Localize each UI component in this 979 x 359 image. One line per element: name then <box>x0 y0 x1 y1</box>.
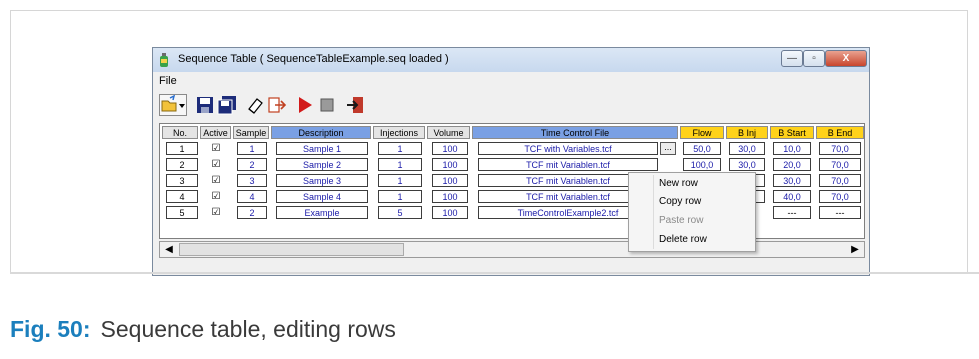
cell-injections[interactable]: 1 <box>378 158 422 171</box>
title-bar[interactable]: Sequence Table ( SequenceTableExample.se… <box>153 48 869 72</box>
cell-volume[interactable]: 100 <box>432 206 468 219</box>
cell-b-start[interactable]: --- <box>773 206 811 219</box>
header-flow[interactable]: Flow <box>680 126 724 139</box>
cell-time-control-file[interactable]: TCF with Variables.tcf <box>478 142 658 155</box>
cell-b-end[interactable]: 70,0 <box>819 190 861 203</box>
menu-bar: File <box>153 72 869 90</box>
cell-description[interactable]: Sample 3 <box>276 174 368 187</box>
close-button[interactable]: X <box>825 50 867 67</box>
exit-icon[interactable] <box>345 95 365 115</box>
menu-item-delete-row[interactable]: Delete row <box>659 234 707 245</box>
cell-time-control-file[interactable]: TCF mit Variablen.tcf <box>478 158 658 171</box>
cell-b-inj[interactable]: 30,0 <box>729 158 765 171</box>
stop-icon[interactable] <box>317 95 337 115</box>
cell-no[interactable]: 3 <box>166 174 198 187</box>
figure-caption-text: Sequence table, editing rows <box>100 316 396 342</box>
cell-b-start[interactable]: 30,0 <box>773 174 811 187</box>
maximize-button[interactable]: ▫ <box>803 50 825 67</box>
cell-b-end[interactable]: 70,0 <box>819 158 861 171</box>
figure-caption: Fig. 50: Sequence table, editing rows <box>10 316 396 343</box>
run-icon[interactable] <box>295 95 315 115</box>
cell-no[interactable]: 2 <box>166 158 198 171</box>
cell-description[interactable]: Example <box>276 206 368 219</box>
header-sample[interactable]: Sample <box>233 126 269 139</box>
active-checkbox[interactable]: ☑ <box>208 190 224 203</box>
app-bottle-icon <box>160 53 168 67</box>
eraser-icon[interactable] <box>245 95 265 115</box>
menu-item-paste-row: Paste row <box>659 215 704 226</box>
cell-description[interactable]: Sample 2 <box>276 158 368 171</box>
menu-item-new-row[interactable]: New row <box>659 178 698 189</box>
cell-b-start[interactable]: 40,0 <box>773 190 811 203</box>
menu-gutter <box>653 175 654 249</box>
minimize-button[interactable]: — <box>781 50 803 67</box>
row-context-menu: New row Copy row Paste row Delete row <box>628 172 756 252</box>
horizontal-scrollbar[interactable]: ◀ ▶ <box>159 241 865 258</box>
save-all-icon[interactable] <box>217 95 237 115</box>
cell-injections[interactable]: 1 <box>378 190 422 203</box>
cell-no[interactable]: 5 <box>166 206 198 219</box>
cell-description[interactable]: Sample 1 <box>276 142 368 155</box>
cell-sample[interactable]: 2 <box>237 158 267 171</box>
cell-volume[interactable]: 100 <box>432 158 468 171</box>
cell-flow[interactable]: 50,0 <box>683 142 721 155</box>
cell-volume[interactable]: 100 <box>432 190 468 203</box>
cell-description[interactable]: Sample 4 <box>276 190 368 203</box>
cell-injections[interactable]: 1 <box>378 142 422 155</box>
cell-volume[interactable]: 100 <box>432 142 468 155</box>
header-b-end[interactable]: B End <box>816 126 864 139</box>
active-checkbox[interactable]: ☑ <box>208 158 224 171</box>
cell-injections[interactable]: 5 <box>378 206 422 219</box>
header-no[interactable]: No. <box>162 126 198 139</box>
menu-file[interactable]: File <box>159 75 177 87</box>
cell-b-end[interactable]: 70,0 <box>819 142 861 155</box>
figure-number: Fig. 50: <box>10 316 91 342</box>
cell-flow[interactable]: 100,0 <box>683 158 721 171</box>
active-checkbox[interactable]: ☑ <box>208 174 224 187</box>
header-active[interactable]: Active <box>200 126 231 139</box>
scroll-left-icon[interactable]: ◀ <box>161 242 177 257</box>
header-time-control-file[interactable]: Time Control File <box>472 126 678 139</box>
cell-sample[interactable]: 2 <box>237 206 267 219</box>
cell-b-start[interactable]: 10,0 <box>773 142 811 155</box>
cell-volume[interactable]: 100 <box>432 174 468 187</box>
caption-divider <box>10 272 979 274</box>
window-title: Sequence Table ( SequenceTableExample.se… <box>178 53 449 65</box>
header-description[interactable]: Description <box>271 126 371 139</box>
cell-b-start[interactable]: 20,0 <box>773 158 811 171</box>
cell-b-end[interactable]: 70,0 <box>819 174 861 187</box>
scroll-right-icon[interactable]: ▶ <box>847 242 863 257</box>
cell-sample[interactable]: 3 <box>237 174 267 187</box>
export-icon[interactable] <box>267 95 287 115</box>
open-split-button[interactable] <box>159 94 187 116</box>
sequence-table-window: Sequence Table ( SequenceTableExample.se… <box>152 47 870 276</box>
open-folder-icon <box>161 94 185 112</box>
toolbar <box>153 92 869 118</box>
save-icon[interactable] <box>195 95 215 115</box>
cell-no[interactable]: 1 <box>166 142 198 155</box>
active-checkbox[interactable]: ☑ <box>208 206 224 219</box>
browse-tcf-button[interactable]: ... <box>660 142 676 155</box>
cell-b-inj[interactable]: 30,0 <box>729 142 765 155</box>
header-volume[interactable]: Volume <box>427 126 470 139</box>
header-b-inj[interactable]: B Inj <box>726 126 768 139</box>
cell-no[interactable]: 4 <box>166 190 198 203</box>
cell-sample[interactable]: 1 <box>237 142 267 155</box>
menu-item-copy-row[interactable]: Copy row <box>659 196 701 207</box>
sequence-grid: No. Active Sample Description Injections… <box>159 123 865 239</box>
cell-injections[interactable]: 1 <box>378 174 422 187</box>
cell-sample[interactable]: 4 <box>237 190 267 203</box>
cell-b-end[interactable]: --- <box>819 206 861 219</box>
header-b-start[interactable]: B Start <box>770 126 814 139</box>
header-injections[interactable]: Injections <box>373 126 425 139</box>
active-checkbox[interactable]: ☑ <box>208 142 224 155</box>
scrollbar-thumb[interactable] <box>179 243 404 256</box>
